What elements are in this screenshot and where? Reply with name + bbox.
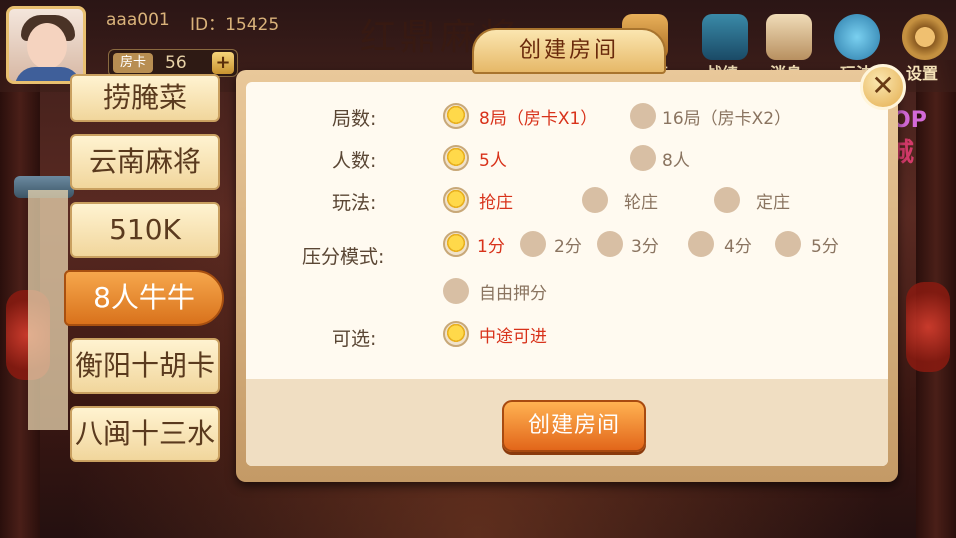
- radio-unselected[interactable]: [775, 231, 801, 257]
- add-card-button[interactable]: +: [212, 52, 234, 74]
- option-join-midway[interactable]: 中途可进: [443, 321, 547, 347]
- settings-icon[interactable]: [902, 14, 948, 60]
- option-mode-rotate-banker[interactable]: 轮庄: [582, 187, 658, 213]
- radio-selected[interactable]: [443, 187, 469, 213]
- lantern-right: [906, 282, 950, 372]
- option-bet-3[interactable]: 3分: [597, 231, 659, 257]
- option-rounds-8[interactable]: 8局（房卡X1）: [443, 103, 597, 129]
- radio-selected[interactable]: [443, 103, 469, 129]
- option-players-5[interactable]: 5人: [443, 145, 507, 171]
- dialog-title: 创建房间: [472, 28, 666, 74]
- room-card-label: 房卡: [113, 53, 153, 73]
- option-bet-5[interactable]: 5分: [775, 231, 839, 257]
- rules-icon[interactable]: [834, 14, 880, 60]
- username: aaa001: [106, 10, 170, 30]
- option-bet-2[interactable]: 2分: [520, 231, 582, 257]
- game-item-8-niuniu[interactable]: 8人牛牛: [64, 270, 224, 326]
- play-mode-label: 玩法:: [332, 192, 377, 214]
- radio-unselected[interactable]: [630, 145, 656, 171]
- players-label: 人数:: [332, 150, 377, 172]
- user-id: ID：15425: [190, 15, 280, 35]
- option-bet-free[interactable]: 自由押分: [443, 278, 547, 304]
- rounds-label: 局数:: [332, 108, 377, 130]
- settings-label: 设置: [906, 64, 939, 83]
- checkbox-selected[interactable]: [443, 321, 469, 347]
- option-bet-4[interactable]: 4分: [688, 231, 752, 257]
- option-bet-1[interactable]: 1分: [443, 231, 505, 257]
- radio-unselected[interactable]: [688, 231, 714, 257]
- message-icon[interactable]: [766, 14, 812, 60]
- radio-unselected[interactable]: [520, 231, 546, 257]
- game-item-yunnan-mahjong[interactable]: 云南麻将: [70, 134, 220, 190]
- radio-unselected[interactable]: [582, 187, 608, 213]
- room-card-count: 56: [165, 53, 187, 73]
- option-mode-fixed-banker[interactable]: 定庄: [714, 187, 790, 213]
- game-item-510k[interactable]: 510K: [70, 202, 220, 258]
- radio-unselected[interactable]: [443, 278, 469, 304]
- radio-unselected[interactable]: [630, 103, 656, 129]
- avatar[interactable]: [6, 6, 86, 84]
- notice-scroll: [28, 190, 68, 430]
- record-icon[interactable]: [702, 14, 748, 60]
- option-mode-grab-banker[interactable]: 抢庄: [443, 187, 513, 213]
- game-item-hengyang-shihuka[interactable]: 衡阳十胡卡: [70, 338, 220, 394]
- game-item-laoyancai[interactable]: 捞腌菜: [70, 74, 220, 122]
- radio-unselected[interactable]: [597, 231, 623, 257]
- radio-unselected[interactable]: [714, 187, 740, 213]
- option-rounds-16[interactable]: 16局（房卡X2）: [630, 103, 791, 129]
- radio-selected[interactable]: [443, 231, 469, 257]
- room-card-box: 房卡 56 +: [108, 49, 238, 77]
- optional-label: 可选:: [332, 328, 377, 350]
- option-players-8[interactable]: 8人: [630, 145, 690, 171]
- game-item-bamin-shisanshui[interactable]: 八闽十三水: [70, 406, 220, 462]
- close-button[interactable]: ✕: [860, 64, 906, 110]
- bet-mode-label: 压分模式:: [302, 246, 385, 268]
- create-room-button[interactable]: 创建房间: [502, 400, 646, 452]
- radio-selected[interactable]: [443, 145, 469, 171]
